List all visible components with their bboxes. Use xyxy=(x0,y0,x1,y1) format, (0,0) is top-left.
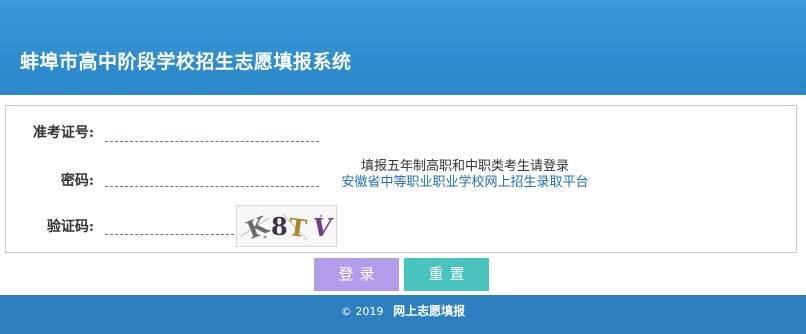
login-button[interactable]: 登录 xyxy=(314,258,399,291)
page-header: 蚌埠市高中阶段学校招生志愿填报系统 xyxy=(0,0,806,95)
captcha-glyphs: K 8 T V xyxy=(240,210,334,245)
page-footer: © 2019 网上志愿填报 xyxy=(0,295,806,334)
vocational-notice: 填报五年制高职和中职类考生请登录 安徽省中等职业职业学校网上招生录取平台 xyxy=(330,159,600,191)
captcha-image[interactable]: K 8 T V xyxy=(236,205,337,247)
captcha-char-2: 8 xyxy=(271,212,288,241)
captcha-label: 验证码: xyxy=(46,219,94,235)
notice-text: 填报五年制高职和中职类考生请登录 xyxy=(360,159,569,174)
captcha-text: K 8 T V xyxy=(242,210,334,245)
system-title: 蚌埠市高中阶段学校招生志愿填报系统 xyxy=(20,51,352,73)
captcha-input[interactable] xyxy=(105,213,234,235)
captcha-char-4: V xyxy=(313,213,334,242)
reset-button[interactable]: 重置 xyxy=(404,258,489,291)
candidate-id-label: 准考证号: xyxy=(32,125,94,141)
footer-copyright: © 2019 xyxy=(340,305,384,318)
vocational-platform-link[interactable]: 安徽省中等职业职业学校网上招生录取平台 xyxy=(330,175,600,191)
footer-label: 网上志愿填报 xyxy=(393,304,466,318)
captcha-char-1: K xyxy=(242,210,273,245)
candidate-id-input[interactable] xyxy=(105,120,319,142)
password-input[interactable] xyxy=(105,165,319,187)
password-label: 密码: xyxy=(60,173,94,189)
